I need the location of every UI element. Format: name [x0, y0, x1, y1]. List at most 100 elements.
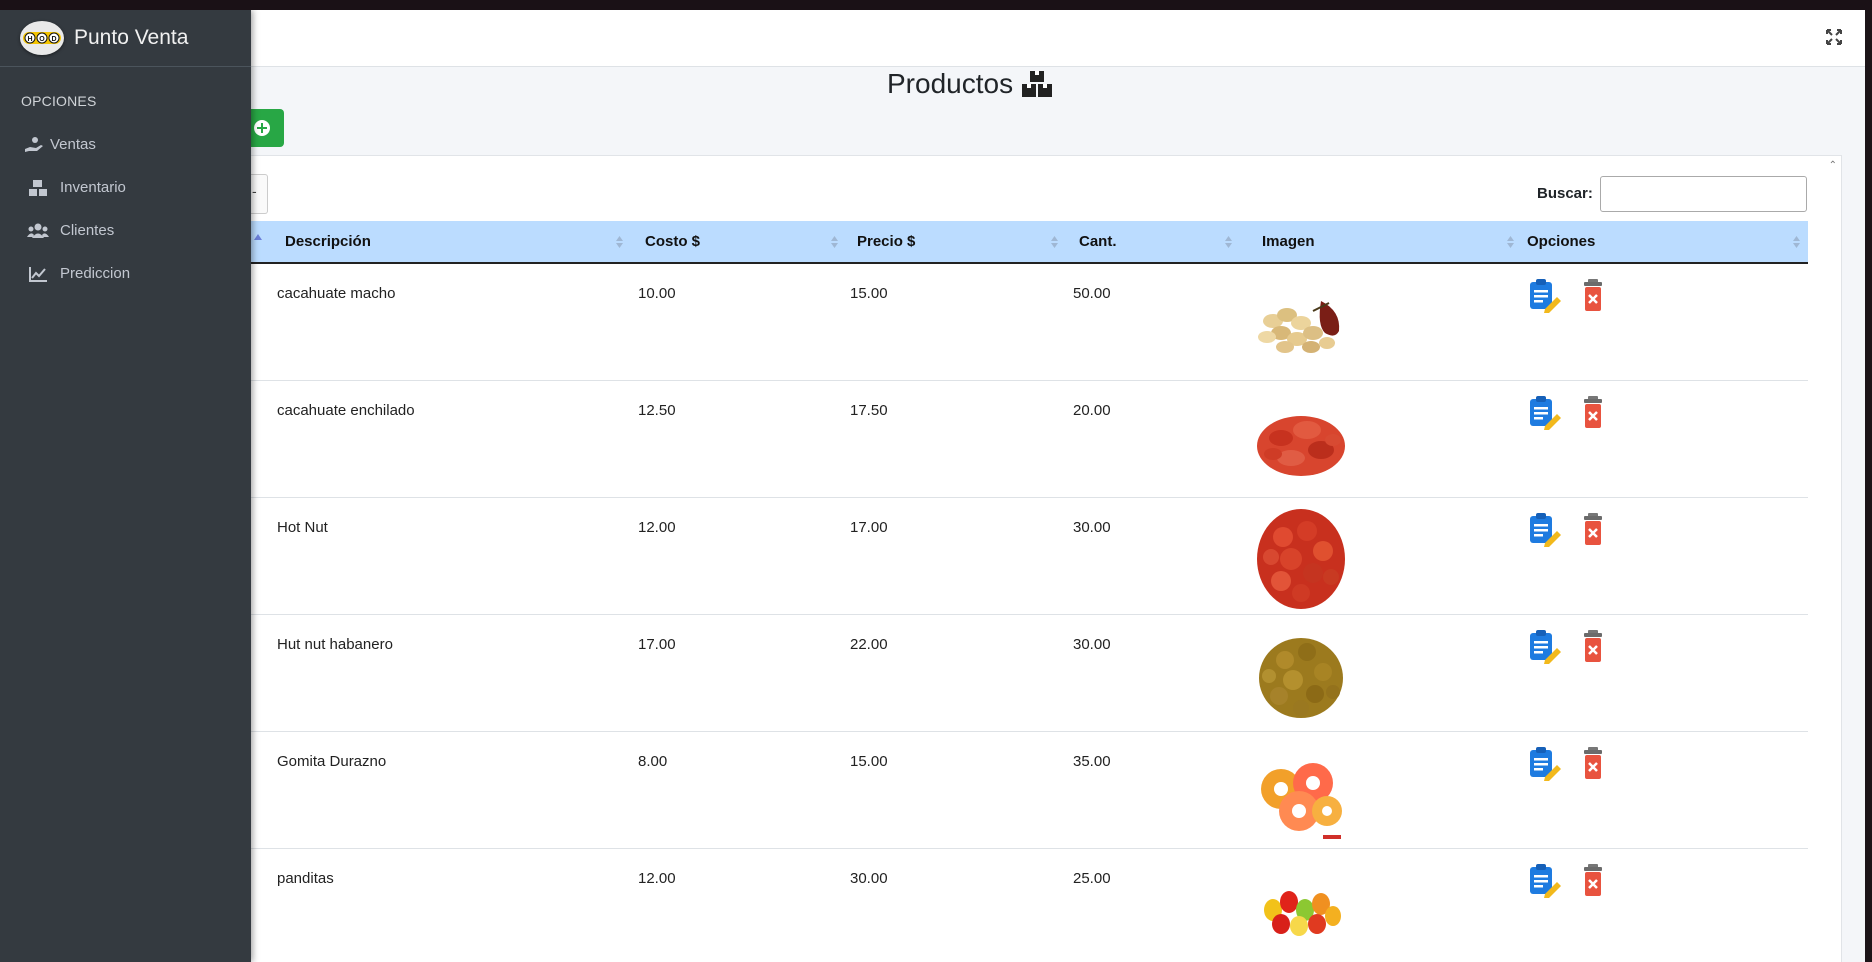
column-header-costo[interactable]: Costo $ [631, 221, 846, 262]
edit-icon[interactable] [1525, 862, 1561, 898]
page-title: Productos [887, 68, 1053, 100]
cell-precio: 17.00 [850, 519, 888, 536]
window-right-edge [1865, 10, 1872, 962]
delete-icon[interactable] [1579, 511, 1615, 547]
cell-descripcion: cacahuate macho [277, 285, 396, 302]
chart-line-icon [26, 264, 50, 284]
product-image-habanero-nut [1259, 638, 1343, 718]
cell-opciones [1522, 615, 1808, 731]
edit-icon[interactable] [1525, 511, 1561, 547]
sidebar-item-prediccion[interactable]: Prediccion [0, 252, 251, 295]
cell-costo: 10.00 [638, 285, 676, 302]
cell-opciones [1522, 732, 1808, 848]
sidebar-item-inventario[interactable]: Inventario [0, 166, 251, 209]
users-icon [26, 221, 50, 241]
cell-descripcion: Hut nut habanero [277, 636, 393, 653]
column-header-label: Costo $ [645, 233, 701, 250]
table-row: Hut nut habanero 17.00 22.00 30.00 [240, 615, 1808, 732]
product-image-peach-gummies [1261, 763, 1342, 839]
column-header-label: Descripción [285, 233, 371, 250]
product-image-gummy-bears [1264, 891, 1341, 936]
table-row: Gomita Durazno 8.00 15.00 35.00 [240, 732, 1808, 849]
brand-link[interactable]: H O D Punto Venta [0, 10, 251, 67]
cell-precio: 17.50 [850, 402, 888, 419]
edit-icon[interactable] [1525, 277, 1561, 313]
hand-money-icon [22, 135, 46, 155]
cell-costo: 12.50 [638, 402, 676, 419]
delete-icon[interactable] [1579, 745, 1615, 781]
sidebar-item-label: Ventas [50, 136, 96, 153]
sidebar-item-clientes[interactable]: Clientes [0, 209, 251, 252]
cell-costo: 12.00 [638, 519, 676, 536]
edit-icon[interactable] [1525, 394, 1561, 430]
card-collapse-icon[interactable]: ⌃ [1829, 160, 1837, 171]
sort-icon [831, 236, 838, 248]
sort-icon [1793, 236, 1800, 248]
search-input[interactable] [1600, 176, 1807, 212]
delete-icon[interactable] [1579, 277, 1615, 313]
cell-cant: 30.00 [1073, 636, 1111, 653]
cell-cant: 25.00 [1073, 870, 1111, 887]
cell-opciones [1522, 498, 1808, 614]
delete-icon[interactable] [1579, 862, 1615, 898]
column-header-label: Imagen [1262, 233, 1315, 250]
cell-imagen [1240, 732, 1522, 848]
delete-icon[interactable] [1579, 628, 1615, 664]
column-header-opciones[interactable]: Opciones [1522, 221, 1808, 262]
top-navbar [0, 10, 1865, 67]
column-header-imagen[interactable]: Imagen [1240, 221, 1522, 262]
boxes-icon [26, 178, 50, 198]
edit-icon[interactable] [1525, 628, 1561, 664]
column-header-label: Cant. [1079, 233, 1117, 250]
cell-descripcion: panditas [277, 870, 334, 887]
sidebar-item-label: Clientes [60, 222, 115, 239]
edit-icon[interactable] [1525, 745, 1561, 781]
sort-icon [616, 236, 623, 248]
cell-costo: 17.00 [638, 636, 676, 653]
sidebar-item-ventas[interactable]: Ventas [0, 123, 251, 166]
search-label: Buscar: [1537, 185, 1593, 202]
table-row: Hot Nut 12.00 17.00 30.00 [240, 498, 1808, 615]
table-header: Descripción Costo $ Precio $ Cant. Image… [240, 221, 1808, 264]
window-top-strip [0, 0, 1872, 10]
sidebar-header: OPCIONES [21, 93, 97, 109]
svg-text:O: O [39, 36, 45, 43]
cell-opciones [1522, 264, 1808, 380]
product-image-chili-peanuts [1257, 416, 1345, 476]
table-row: panditas 12.00 30.00 25.00 [240, 849, 1808, 962]
column-header-label: Opciones [1527, 233, 1596, 250]
cell-cant: 35.00 [1073, 753, 1111, 770]
table-row: cacahuate enchilado 12.50 17.50 20.00 [240, 381, 1808, 498]
cell-costo: 8.00 [638, 753, 668, 770]
cell-precio: 30.00 [850, 870, 888, 887]
cell-imagen [1240, 498, 1522, 614]
column-header-descripcion[interactable]: Descripción [240, 221, 631, 262]
sort-asc-icon [254, 234, 262, 240]
sidebar: H O D Punto Venta OPCIONES Ventas Invent… [0, 10, 251, 962]
plus-circle-icon [254, 120, 270, 136]
fullscreen-icon[interactable] [1825, 28, 1843, 46]
page-title-text: Productos [887, 68, 1014, 99]
cell-opciones [1522, 381, 1808, 497]
column-header-precio[interactable]: Precio $ [846, 221, 1066, 262]
cell-descripcion: Gomita Durazno [277, 753, 387, 770]
product-image-hot-nut [1257, 509, 1345, 609]
delete-icon[interactable] [1579, 394, 1615, 430]
cell-costo: 12.00 [638, 870, 676, 887]
boxes-icon [1022, 71, 1053, 97]
table-row: cacahuate macho 10.00 15.00 50.00 [240, 264, 1808, 381]
sort-icon [1507, 236, 1514, 248]
brand-name: Punto Venta [74, 26, 189, 49]
sort-icon [1225, 236, 1232, 248]
cell-precio: 15.00 [850, 285, 888, 302]
sidebar-item-label: Inventario [60, 179, 126, 196]
app-window: H O D Punto Venta OPCIONES Ventas Invent… [0, 10, 1865, 962]
sidebar-item-label: Prediccion [60, 265, 131, 282]
cell-precio: 22.00 [850, 636, 888, 653]
column-header-cant[interactable]: Cant. [1066, 221, 1240, 262]
products-table: Descripción Costo $ Precio $ Cant. Image… [240, 221, 1808, 962]
cell-descripcion: Hot Nut [277, 519, 328, 536]
sort-icon [1051, 236, 1058, 248]
cell-cant: 30.00 [1073, 519, 1111, 536]
product-image-peanuts [1258, 301, 1340, 353]
